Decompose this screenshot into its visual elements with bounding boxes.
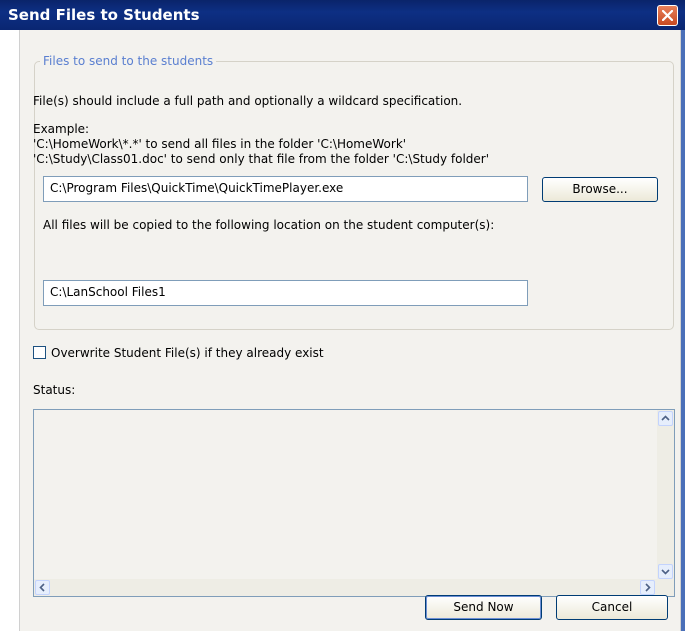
- scroll-left-button[interactable]: [35, 580, 50, 595]
- window-title: Send Files to Students: [8, 6, 200, 24]
- close-button[interactable]: [657, 5, 678, 26]
- overwrite-label[interactable]: Overwrite Student File(s) if they alread…: [51, 346, 324, 360]
- scroll-right-button[interactable]: [640, 580, 655, 595]
- scroll-down-icon: [661, 569, 670, 575]
- scrollbar-corner: [657, 579, 674, 596]
- cancel-button[interactable]: Cancel: [556, 595, 668, 620]
- destination-input[interactable]: C:\LanSchool Files1: [43, 280, 528, 306]
- destination-label: All files will be copied to the followin…: [43, 218, 495, 232]
- send-now-button[interactable]: Send Now: [425, 595, 542, 620]
- scroll-up-icon: [661, 415, 670, 421]
- status-textarea[interactable]: [33, 409, 675, 597]
- status-vertical-scrollbar[interactable]: [657, 410, 674, 580]
- window-left-frame: [0, 30, 19, 631]
- files-group-legend: Files to send to the students: [40, 54, 217, 68]
- instruction-text: File(s) should include a full path and o…: [33, 94, 463, 108]
- scroll-left-icon: [39, 583, 45, 592]
- example-line-2: 'C:\Study\Class01.doc' to send only that…: [33, 152, 490, 166]
- file-path-input[interactable]: C:\Program Files\QuickTime\QuickTimePlay…: [43, 176, 528, 202]
- status-horizontal-scrollbar[interactable]: [34, 579, 657, 596]
- send-files-dialog: Send Files to Students Files to send to …: [0, 0, 685, 631]
- close-icon: [662, 10, 673, 21]
- example-heading: Example:: [33, 122, 90, 136]
- browse-button[interactable]: Browse...: [542, 177, 658, 202]
- title-bar[interactable]: Send Files to Students: [0, 0, 685, 30]
- overwrite-checkbox[interactable]: [33, 346, 46, 359]
- scroll-down-button[interactable]: [658, 564, 673, 579]
- status-label: Status:: [33, 383, 76, 397]
- example-line-1: 'C:\HomeWork\*.*' to send all files in t…: [33, 137, 407, 151]
- scroll-right-icon: [645, 583, 651, 592]
- scroll-up-button[interactable]: [658, 411, 673, 426]
- dialog-body: Files to send to the students File(s) sh…: [19, 30, 681, 631]
